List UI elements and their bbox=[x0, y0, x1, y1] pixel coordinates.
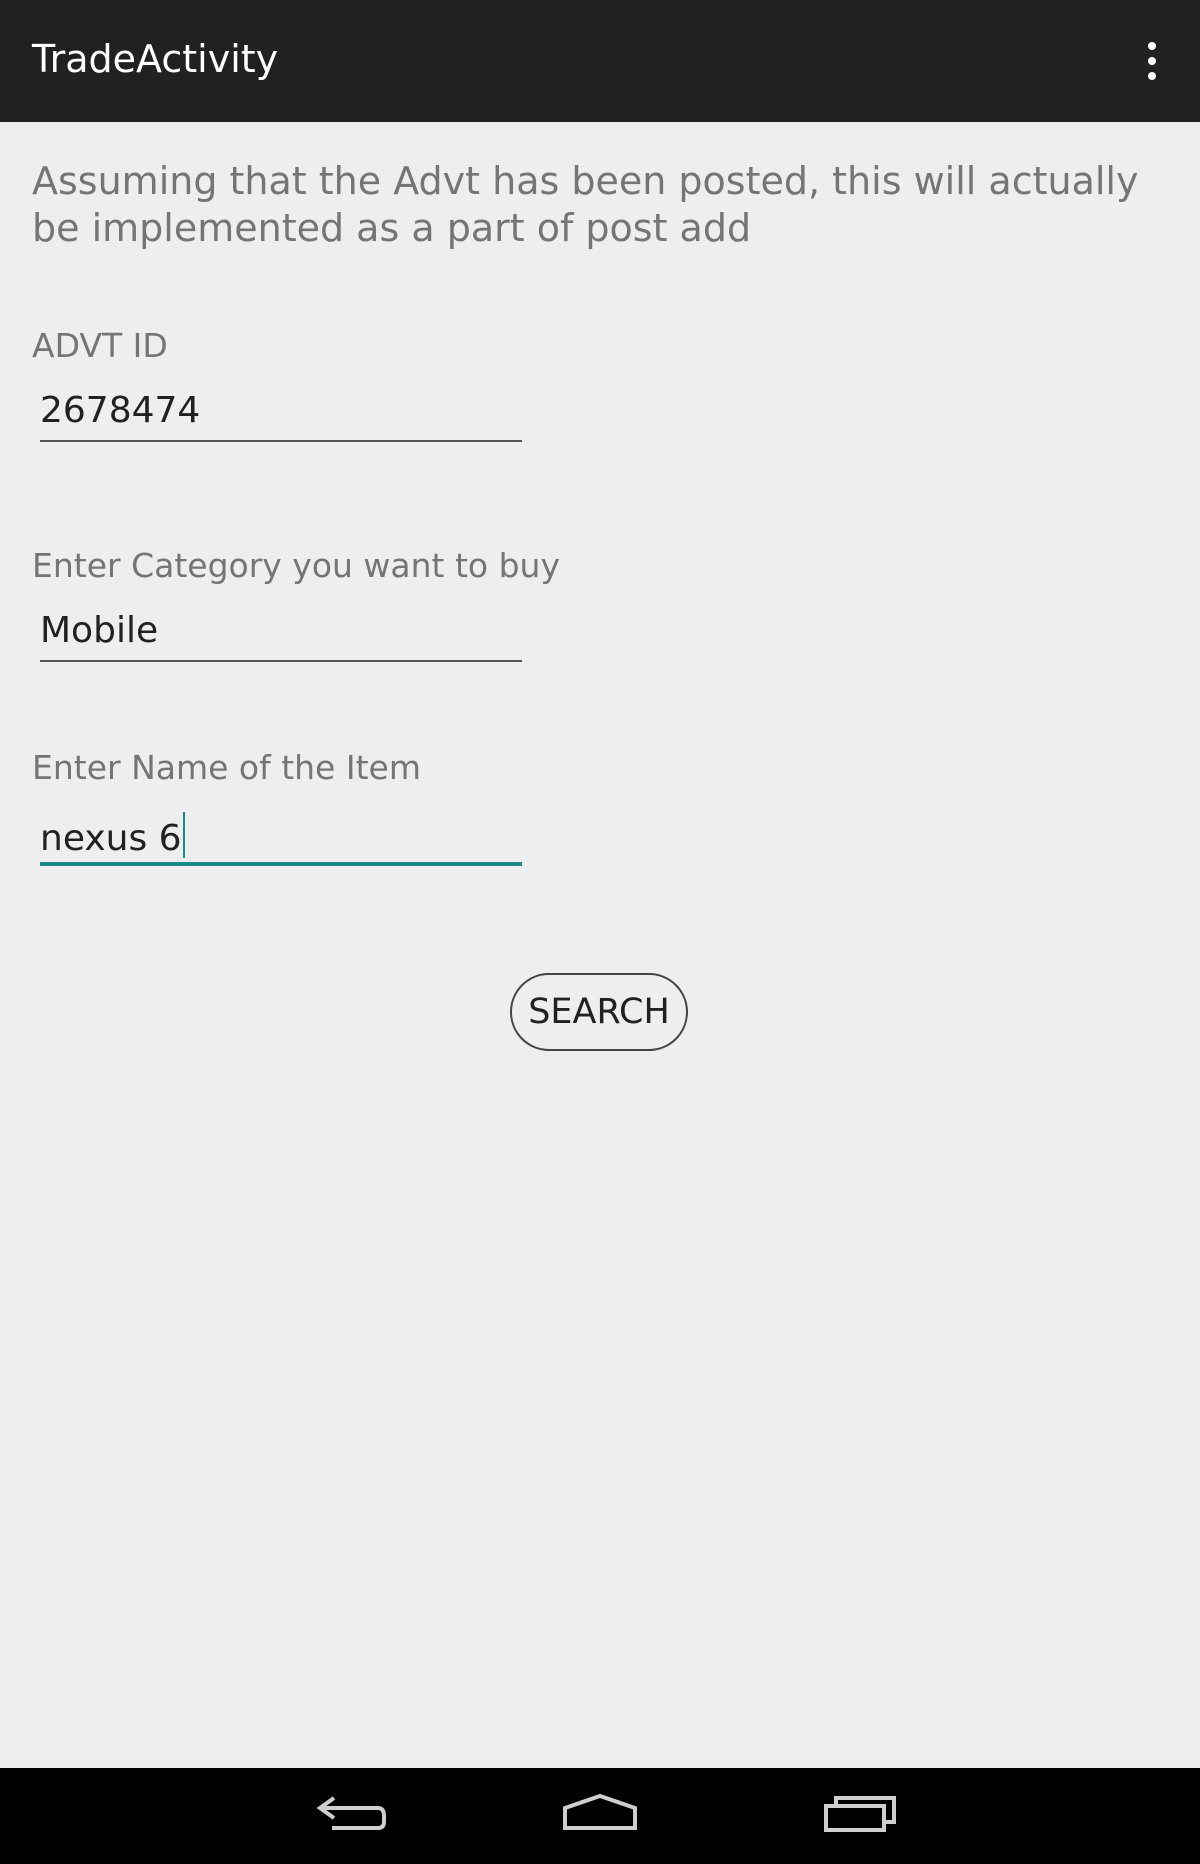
text-cursor bbox=[182, 812, 185, 858]
advt-id-label: ADVT ID bbox=[32, 326, 168, 365]
navigation-bar bbox=[0, 1768, 1200, 1864]
back-icon[interactable] bbox=[298, 1786, 388, 1846]
advt-id-field[interactable]: 2678474 bbox=[40, 378, 522, 442]
category-value: Mobile bbox=[40, 610, 159, 651]
home-icon[interactable] bbox=[555, 1786, 645, 1846]
intro-text: Assuming that the Advt has been posted, … bbox=[32, 159, 1139, 250]
category-field[interactable]: Mobile bbox=[40, 598, 522, 662]
item-name-field[interactable]: nexus 6 bbox=[40, 800, 522, 866]
advt-id-value: 2678474 bbox=[40, 390, 201, 431]
more-vert-icon[interactable] bbox=[1122, 31, 1182, 91]
item-name-label: Enter Name of the Item bbox=[32, 748, 421, 787]
action-bar: TradeActivity bbox=[0, 0, 1200, 122]
search-button[interactable]: SEARCH bbox=[510, 973, 688, 1051]
recents-icon[interactable] bbox=[812, 1786, 902, 1846]
app-title: TradeActivity bbox=[32, 37, 279, 81]
item-name-value: nexus 6 bbox=[40, 818, 182, 859]
category-label: Enter Category you want to buy bbox=[32, 546, 560, 585]
screen: TradeActivity Assuming that the Advt has… bbox=[0, 0, 1200, 1864]
